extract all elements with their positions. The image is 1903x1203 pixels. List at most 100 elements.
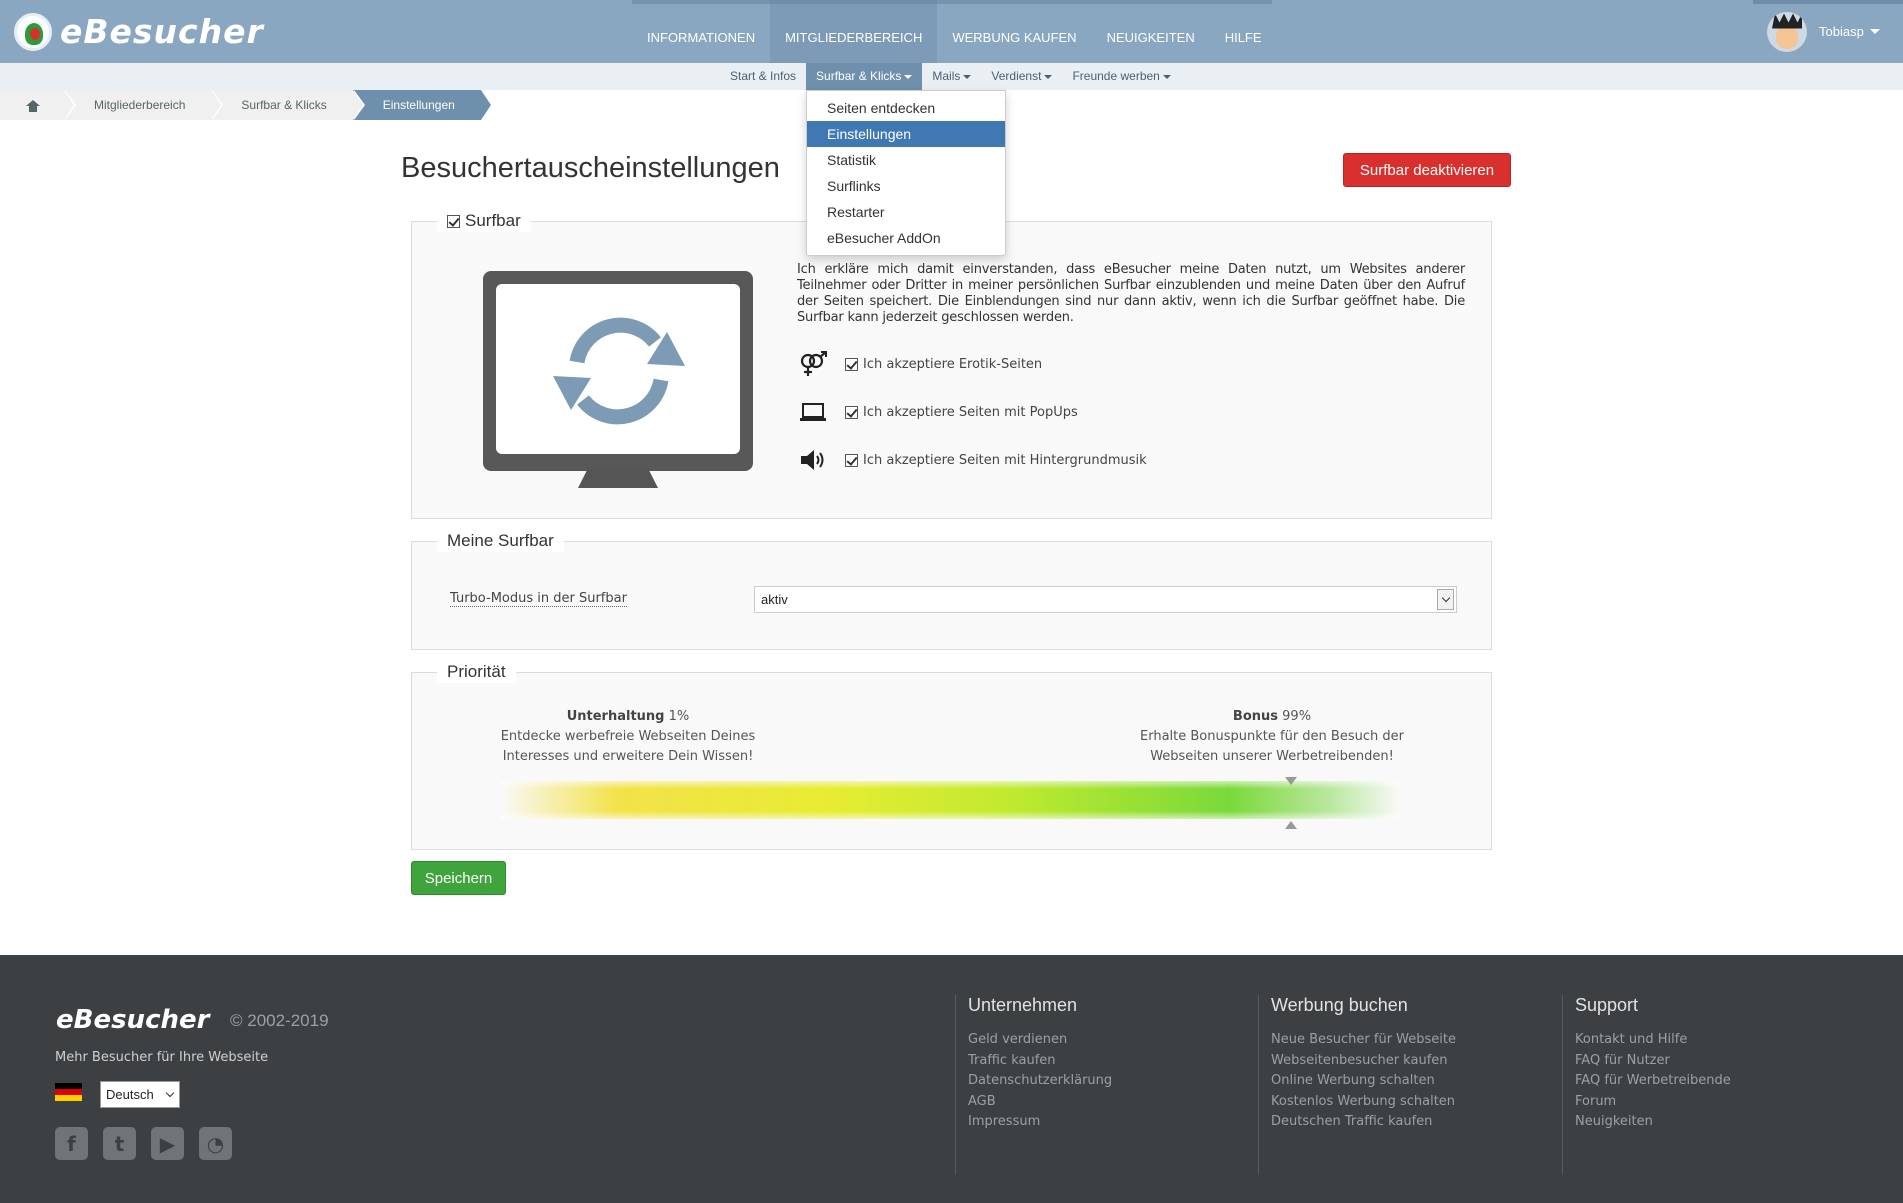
footer-link[interactable]: FAQ für Werbetreibende	[1575, 1071, 1731, 1092]
turbo-mode-select[interactable]: aktiv	[754, 586, 1457, 613]
footer-link[interactable]: Kontakt und Hilfe	[1575, 1030, 1731, 1051]
popups-checkbox[interactable]	[845, 405, 858, 419]
main-nav-mitgliederbereich[interactable]: MITGLIEDERBEREICH	[770, 0, 938, 63]
breadcrumb-einstellungen[interactable]: Einstellungen	[352, 90, 493, 120]
option-hintergrundmusik: Ich akzeptiere Seiten mit Hintergrundmus…	[797, 446, 1147, 474]
hintergrundmusik-checkbox[interactable]	[845, 453, 858, 467]
meine-surfbar-panel: Meine Surfbar Turbo-Modus in der Surfbar…	[411, 530, 1492, 650]
footer-link[interactable]: Webseitenbesucher kaufen	[1271, 1051, 1456, 1072]
bonus-percent: 99%	[1282, 709, 1312, 724]
breadcrumb: Mitgliederbereich Surfbar & Klicks Einst…	[0, 90, 493, 120]
main-nav-informationen[interactable]: INFORMATIONEN	[632, 0, 770, 63]
footer-tagline: Mehr Besucher für Ihre Webseite	[55, 1050, 269, 1065]
hintergrundmusik-label[interactable]: Ich akzeptiere Seiten mit Hintergrundmus…	[863, 453, 1147, 468]
priority-slider[interactable]	[500, 781, 1400, 819]
footer-copyright: © 2002-2019	[230, 1011, 329, 1030]
german-flag-icon	[55, 1083, 82, 1101]
sub-nav-start-infos[interactable]: Start & Infos	[720, 63, 806, 90]
speaker-icon	[797, 446, 829, 474]
footer-col-title: Support	[1575, 995, 1639, 1015]
prioritaet-panel: Priorität Unterhaltung 1% Entdecke werbe…	[411, 661, 1492, 850]
surfbar-legend[interactable]: Surfbar	[437, 210, 531, 232]
menu-item-addon[interactable]: eBesucher AddOn	[807, 225, 1005, 251]
save-button[interactable]: Speichern	[411, 861, 506, 895]
footer-link[interactable]: Datenschutzerklärung	[968, 1071, 1112, 1092]
consent-text: Ich erkläre mich damit einverstanden, da…	[797, 262, 1465, 325]
footer-link[interactable]: Deutschen Traffic kaufen	[1271, 1112, 1456, 1133]
footer-link[interactable]: Kostenlos Werbung schalten	[1271, 1092, 1456, 1113]
main-nav-neuigkeiten[interactable]: NEUIGKEITEN	[1092, 0, 1210, 63]
twitter-icon[interactable]: t	[103, 1127, 136, 1160]
user-menu[interactable]: Tobiasp	[1753, 0, 1903, 63]
top-bar: eBesucher INFORMATIONEN MITGLIEDERBEREIC…	[0, 0, 1903, 63]
caret-down-icon	[1162, 74, 1171, 79]
priority-bonus: Bonus 99% Erhalte Bonuspunkte für den Be…	[1122, 707, 1422, 767]
footer-link[interactable]: Impressum	[968, 1112, 1112, 1133]
home-icon	[26, 99, 40, 112]
footer-link[interactable]: Online Werbung schalten	[1271, 1071, 1456, 1092]
monitor-icon	[483, 271, 753, 488]
gender-icon	[797, 350, 829, 378]
footer-link[interactable]: Forum	[1575, 1092, 1731, 1113]
logo[interactable]: eBesucher	[14, 12, 264, 51]
popups-label[interactable]: Ich akzeptiere Seiten mit PopUps	[863, 405, 1078, 420]
footer-logo[interactable]: eBesucher	[56, 1005, 209, 1035]
logo-text: eBesucher	[60, 12, 264, 51]
sub-nav-mails[interactable]: Mails	[922, 63, 981, 90]
youtube-icon[interactable]: ▶	[151, 1127, 184, 1160]
chevron-down-icon[interactable]	[1437, 589, 1454, 610]
footer-link[interactable]: AGB	[968, 1092, 1112, 1113]
footer-link[interactable]: FAQ für Nutzer	[1575, 1051, 1731, 1072]
footer-col-unternehmen: Unternehmen Geld verdienen Traffic kaufe…	[955, 995, 1112, 1175]
footer-col-werbung-buchen: Werbung buchen Neue Besucher für Webseit…	[1258, 995, 1456, 1175]
caret-down-icon	[904, 74, 913, 79]
footer-col-title: Werbung buchen	[1271, 995, 1408, 1015]
footer-link[interactable]: Traffic kaufen	[968, 1051, 1112, 1072]
slider-handle-bottom[interactable]	[1285, 821, 1297, 829]
laptop-icon	[797, 398, 829, 426]
chevron-down-icon	[165, 1088, 175, 1098]
priority-unterhaltung: Unterhaltung 1% Entdecke werbefreie Webs…	[478, 707, 778, 767]
option-popups: Ich akzeptiere Seiten mit PopUps	[797, 398, 1078, 426]
erotik-checkbox[interactable]	[845, 357, 858, 371]
footer-col-support: Support Kontakt und Hilfe FAQ für Nutzer…	[1562, 995, 1731, 1175]
unterhaltung-description: Entdecke werbefreie Webseiten Deines Int…	[500, 729, 756, 764]
avatar[interactable]	[1767, 11, 1807, 52]
facebook-icon[interactable]: f	[55, 1127, 88, 1160]
slider-handle-top[interactable]	[1285, 777, 1297, 785]
surfbar-enabled-checkbox[interactable]	[447, 215, 460, 229]
breadcrumb-surfbar-klicks[interactable]: Surfbar & Klicks	[211, 90, 366, 120]
sub-nav-freunde-werben[interactable]: Freunde werben	[1062, 63, 1180, 90]
menu-item-seiten-entdecken[interactable]: Seiten entdecken	[807, 95, 1005, 121]
refresh-icon	[553, 317, 685, 425]
unterhaltung-percent: 1%	[668, 709, 690, 724]
breadcrumb-mitgliederbereich[interactable]: Mitgliederbereich	[64, 90, 224, 120]
menu-item-restarter[interactable]: Restarter	[807, 199, 1005, 225]
caret-down-icon	[1044, 74, 1053, 79]
chevron-down-icon[interactable]	[1869, 29, 1880, 34]
prioritaet-legend: Priorität	[437, 661, 516, 683]
menu-item-statistik[interactable]: Statistik	[807, 147, 1005, 173]
surfbar-panel: Surfbar Ich erkläre mich damit einversta…	[411, 210, 1492, 519]
menu-item-surflinks[interactable]: Surflinks	[807, 173, 1005, 199]
main-nav-hilfe[interactable]: HILFE	[1210, 0, 1277, 63]
social-links: f t ▶ ◔	[55, 1127, 247, 1160]
footer-link[interactable]: Neue Besucher für Webseite	[1271, 1030, 1456, 1051]
username[interactable]: Tobiasp	[1819, 24, 1864, 39]
sub-nav-surfbar-klicks[interactable]: Surfbar & Klicks	[806, 63, 923, 90]
deactivate-surfbar-button[interactable]: Surfbar deaktivieren	[1343, 153, 1511, 187]
rss-icon[interactable]: ◔	[199, 1127, 232, 1160]
menu-item-einstellungen[interactable]: Einstellungen	[807, 121, 1005, 147]
turbo-mode-label: Turbo-Modus in der Surfbar	[450, 591, 627, 607]
bonus-description: Erhalte Bonuspunkte für den Besuch der W…	[1140, 729, 1404, 764]
caret-down-icon	[963, 74, 972, 79]
breadcrumb-home[interactable]	[0, 90, 76, 120]
sub-nav-verdienst[interactable]: Verdienst	[981, 63, 1062, 90]
footer-link[interactable]: Neuigkeiten	[1575, 1112, 1731, 1133]
erotik-label[interactable]: Ich akzeptiere Erotik-Seiten	[863, 357, 1042, 372]
main-nav-werbung-kaufen[interactable]: WERBUNG KAUFEN	[937, 0, 1091, 63]
logo-icon	[14, 12, 52, 51]
meine-surfbar-legend: Meine Surfbar	[437, 530, 564, 552]
footer-link[interactable]: Geld verdienen	[968, 1030, 1112, 1051]
language-select[interactable]: Deutsch	[100, 1081, 180, 1108]
